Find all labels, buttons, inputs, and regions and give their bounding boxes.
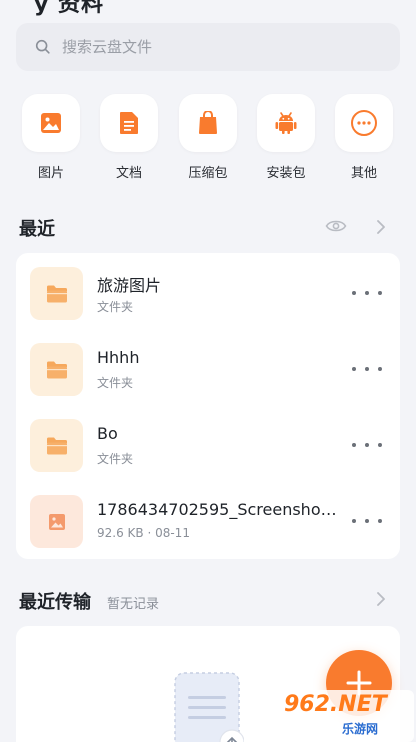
item-meta: 文件夹 [97, 376, 134, 390]
folder-icon [46, 437, 67, 454]
image-icon [41, 113, 61, 133]
category-others[interactable]: 其他 [334, 94, 394, 181]
recent-title: 最近 [19, 219, 55, 240]
recent-list: 旅游图片 文件夹 Hhhh 文件夹 Bo 文件夹 1786434702595_S… [16, 253, 400, 559]
page-title: y 资料 [34, 0, 105, 17]
category-label: 压缩包 [188, 166, 228, 181]
more-options-icon[interactable] [352, 435, 382, 455]
archive-icon [199, 111, 217, 134]
empty-transfer-illustration [174, 672, 244, 742]
document-icon [120, 112, 138, 134]
category-label: 图片 [37, 166, 64, 181]
category-tile[interactable] [257, 94, 315, 152]
category-apks[interactable]: 安装包 [256, 94, 316, 181]
more-options-icon[interactable] [352, 511, 382, 531]
transfer-note: 暂无记录 [107, 597, 160, 612]
android-icon [275, 112, 297, 134]
category-images[interactable]: 图片 [21, 94, 81, 181]
more-options-icon[interactable] [352, 283, 382, 303]
folder-thumbnail [30, 267, 83, 320]
list-item[interactable]: Hhhh 文件夹 [16, 331, 400, 408]
image-file-icon [48, 513, 65, 530]
category-label: 文档 [115, 166, 142, 181]
more-circle-icon [351, 110, 377, 136]
item-meta: 92.6 KB · 08-11 [97, 526, 190, 540]
item-meta: 文件夹 [97, 300, 134, 314]
search-bar[interactable] [16, 23, 400, 71]
chevron-right-icon[interactable] [376, 591, 386, 607]
item-name: Hhhh [97, 348, 140, 367]
category-bar: 图片 文档 压缩包 安装包 其他 [0, 94, 416, 184]
item-name: Bo [97, 424, 118, 443]
search-icon [35, 39, 50, 54]
category-archives[interactable]: 压缩包 [178, 94, 238, 181]
list-item[interactable]: Bo 文件夹 [16, 407, 400, 484]
item-meta: 文件夹 [97, 452, 134, 466]
item-name: 1786434702595_Screenshot_20240811.jpg [97, 500, 339, 519]
folder-thumbnail [30, 419, 83, 472]
folder-icon [46, 361, 67, 378]
item-name: 旅游图片 [97, 276, 162, 295]
chevron-right-icon[interactable] [376, 219, 386, 235]
watermark-text: 乐游网 [342, 722, 379, 736]
watermark-number: 962.NET [284, 692, 387, 717]
category-label: 其他 [350, 166, 377, 181]
more-options-icon[interactable] [352, 359, 382, 379]
folder-icon [46, 285, 67, 302]
category-documents[interactable]: 文档 [99, 94, 159, 181]
watermark: 962.NET 乐游网 [278, 690, 414, 742]
list-item[interactable]: 旅游图片 文件夹 [16, 255, 400, 332]
category-tile[interactable] [335, 94, 393, 152]
eye-icon[interactable] [325, 218, 347, 234]
list-item[interactable]: 1786434702595_Screenshot_20240811.jpg 92… [16, 483, 400, 560]
category-label: 安装包 [266, 166, 306, 181]
category-tile[interactable] [22, 94, 80, 152]
transfer-title: 最近传输 [19, 592, 91, 613]
folder-thumbnail [30, 343, 83, 396]
category-tile[interactable] [179, 94, 237, 152]
image-thumbnail [30, 495, 83, 548]
category-tile[interactable] [100, 94, 158, 152]
search-input[interactable] [62, 38, 362, 56]
